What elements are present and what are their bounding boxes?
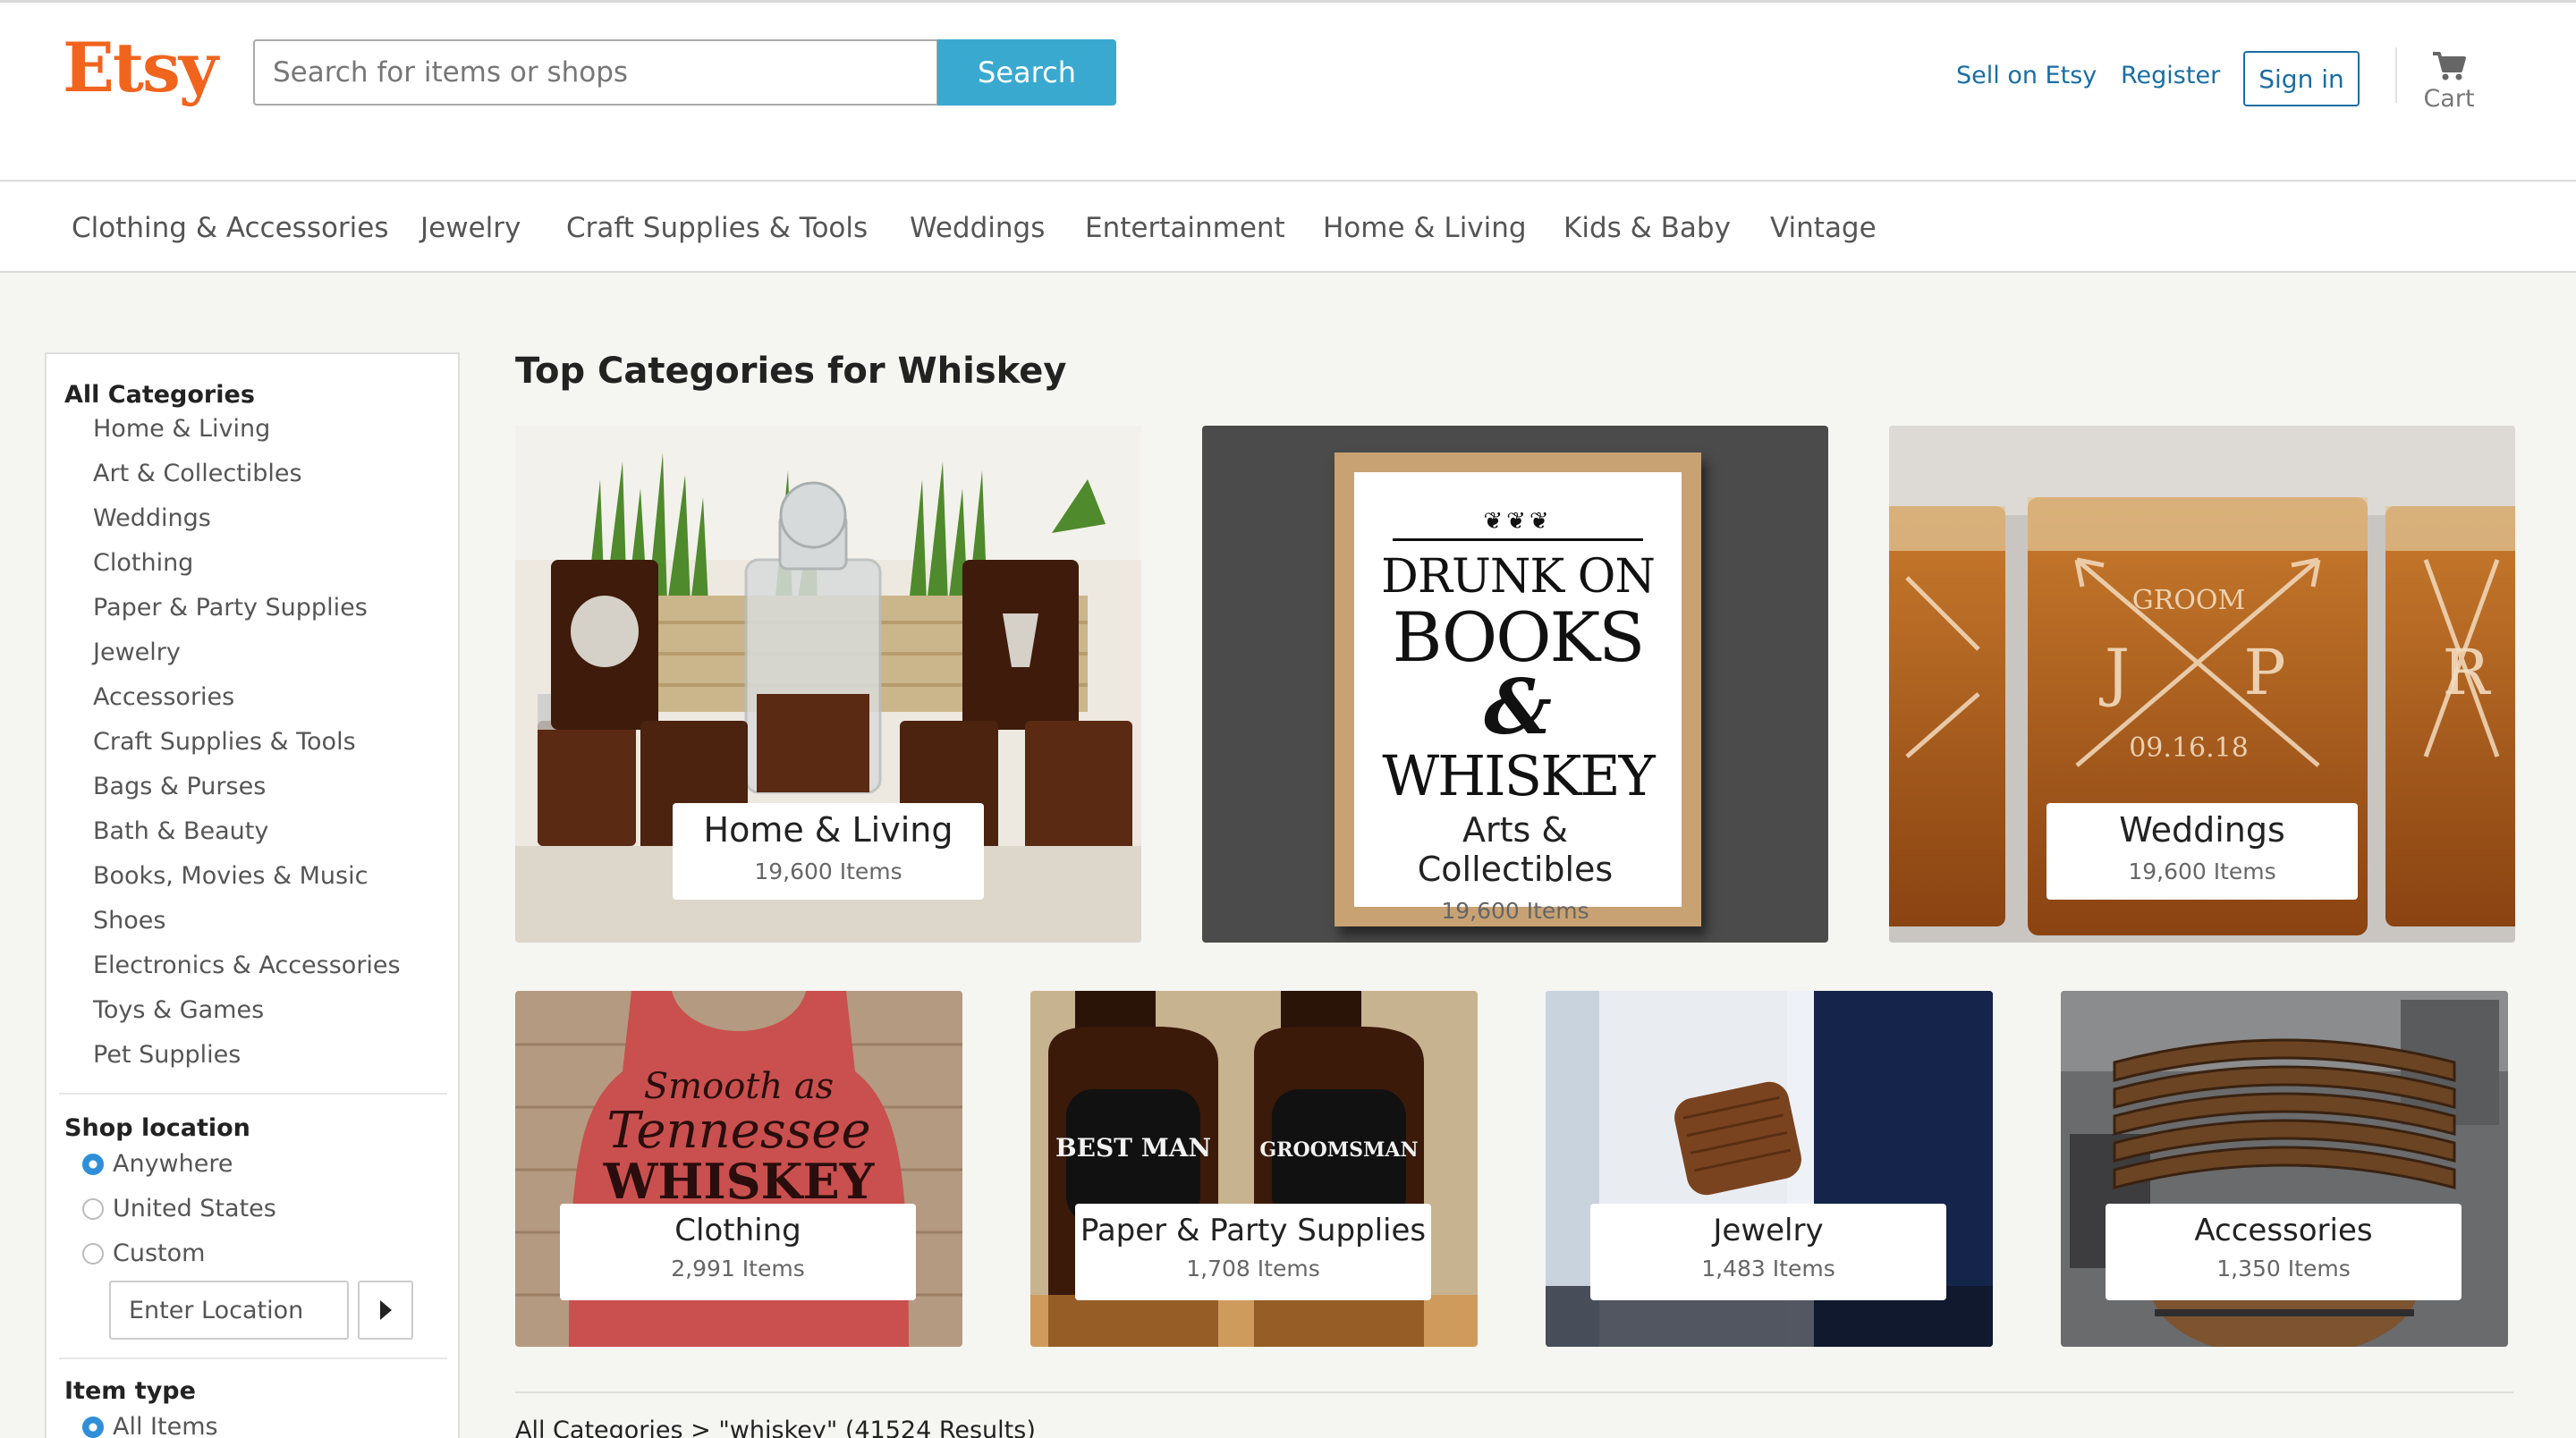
radio-all-items[interactable] bbox=[82, 1417, 104, 1438]
category-tile-weddings[interactable]: GROOM J P 09.16.18 R Weddings 19,600 Ite… bbox=[1889, 426, 2515, 943]
cart-label: Cart bbox=[2423, 85, 2475, 113]
nav-vintage[interactable]: Vintage bbox=[1770, 212, 1877, 244]
page-title: Top Categories for Whiskey bbox=[515, 351, 1067, 392]
sidebar-category-item[interactable]: Paper & Party Supplies bbox=[93, 594, 368, 622]
sidebar-divider bbox=[59, 1093, 447, 1095]
tile-caption: Clothing 2,991 Items bbox=[560, 1204, 916, 1300]
sign-in-button[interactable]: Sign in bbox=[2243, 51, 2360, 106]
sidebar-category-item[interactable]: Books, Movies & Music bbox=[93, 862, 368, 890]
category-tile-arts-collectibles[interactable]: ❦❦❦ DRUNK ON BOOKS & WHISKEY Arts & Coll… bbox=[1202, 426, 1828, 943]
bottle-label: GROOMSMAN bbox=[1259, 1138, 1418, 1162]
nav-craft-supplies[interactable]: Craft Supplies & Tools bbox=[566, 212, 868, 244]
radio-anywhere[interactable] bbox=[82, 1154, 104, 1175]
tile-title: Accessories bbox=[2194, 1213, 2373, 1248]
results-breadcrumb[interactable]: All Categories > "whiskey" (41524 Result… bbox=[515, 1417, 1036, 1438]
tile-title: Paper & Party Supplies bbox=[1080, 1213, 1427, 1248]
sidebar-category-item[interactable]: Bath & Beauty bbox=[93, 817, 268, 845]
sidebar-divider bbox=[59, 1358, 447, 1359]
shirt-print: Tennessee bbox=[606, 1102, 870, 1160]
tile-count: 19,600 Items bbox=[754, 859, 902, 884]
cart-link[interactable]: Cart bbox=[2419, 51, 2479, 113]
sidebar-category-item[interactable]: Shoes bbox=[93, 907, 165, 935]
radio-label-united-states[interactable]: United States bbox=[113, 1195, 276, 1222]
engraving-text: J bbox=[2099, 636, 2130, 709]
sidebar-category-item[interactable]: Pet Supplies bbox=[93, 1041, 241, 1069]
category-tile-home-living[interactable]: Home & Living 19,600 Items bbox=[515, 426, 1141, 943]
tile-title: Arts & Collectibles bbox=[1417, 810, 1614, 889]
engraving-text: P bbox=[2243, 636, 2285, 709]
radio-label-custom[interactable]: Custom bbox=[113, 1239, 205, 1267]
location-submit-button[interactable] bbox=[358, 1281, 413, 1340]
nav-entertainment[interactable]: Entertainment bbox=[1085, 212, 1285, 244]
results-divider bbox=[515, 1391, 2513, 1393]
shop-location-heading: Shop location bbox=[64, 1114, 250, 1142]
category-nav: Clothing & Accessories Jewelry Craft Sup… bbox=[0, 182, 2576, 273]
bottle-label: BEST MAN bbox=[1055, 1133, 1211, 1163]
radio-united-states[interactable] bbox=[82, 1198, 104, 1220]
print-line: & bbox=[1484, 663, 1552, 751]
cart-icon bbox=[2433, 52, 2466, 80]
nav-jewelry[interactable]: Jewelry bbox=[420, 212, 521, 244]
print-line: DRUNK ON bbox=[1381, 550, 1656, 604]
tile-title: Weddings bbox=[2119, 810, 2285, 850]
print-rule bbox=[1393, 538, 1643, 541]
sidebar-category-item[interactable]: Electronics & Accessories bbox=[93, 952, 401, 979]
filter-sidebar: All Categories Home & Living Art & Colle… bbox=[45, 352, 460, 1438]
print-ornament-icon: ❦❦❦ bbox=[1483, 508, 1553, 535]
sidebar-category-item[interactable]: Home & Living bbox=[93, 415, 270, 443]
radio-custom[interactable] bbox=[82, 1243, 104, 1265]
tile-caption: Accessories 1,350 Items bbox=[2106, 1204, 2462, 1300]
engraving-text: GROOM bbox=[2132, 585, 2245, 616]
sidebar-category-item[interactable]: Clothing bbox=[93, 549, 193, 577]
all-categories-heading[interactable]: All Categories bbox=[64, 381, 255, 409]
sidebar-category-item[interactable]: Jewelry bbox=[93, 639, 181, 666]
location-input[interactable] bbox=[109, 1281, 349, 1340]
tile-count: 1,350 Items bbox=[2216, 1256, 2351, 1282]
site-header: Etsy Search Sell on Etsy Register Sign i… bbox=[0, 0, 2576, 182]
search-button[interactable]: Search bbox=[937, 39, 1116, 106]
tile-caption: Jewelry 1,483 Items bbox=[1590, 1204, 1946, 1300]
tile-count: 19,600 Items bbox=[2128, 859, 2276, 884]
category-tile-paper-party[interactable]: BEST MAN GROOMSMAN Paper & Party Supplie… bbox=[1030, 991, 1478, 1347]
radio-label-all-items[interactable]: All Items bbox=[113, 1413, 218, 1438]
tile-count: 2,991 Items bbox=[671, 1256, 805, 1282]
tile-title: Jewelry bbox=[1713, 1213, 1824, 1248]
sidebar-category-item[interactable]: Craft Supplies & Tools bbox=[93, 728, 356, 756]
category-tile-clothing[interactable]: Smooth as Tennessee WHISKEY Clothing 2,9… bbox=[515, 991, 962, 1347]
print-line: WHISKEY bbox=[1382, 743, 1655, 808]
sidebar-category-item[interactable]: Toys & Games bbox=[93, 996, 264, 1024]
search-input[interactable] bbox=[253, 39, 938, 106]
tile-caption: Home & Living 19,600 Items bbox=[673, 803, 984, 900]
nav-kids-baby[interactable]: Kids & Baby bbox=[1563, 212, 1731, 244]
engraving-text: R bbox=[2443, 636, 2492, 709]
tile-title: Home & Living bbox=[703, 810, 953, 850]
sidebar-category-item[interactable]: Art & Collectibles bbox=[93, 460, 302, 487]
sell-on-etsy-link[interactable]: Sell on Etsy bbox=[1956, 62, 2097, 89]
tile-count: 1,708 Items bbox=[1186, 1256, 1320, 1282]
nav-home-living[interactable]: Home & Living bbox=[1323, 212, 1527, 244]
tile-count: 19,600 Items bbox=[1441, 898, 1589, 924]
header-divider bbox=[2395, 47, 2397, 103]
tile-caption: Paper & Party Supplies 1,708 Items bbox=[1075, 1204, 1431, 1300]
engraving-text: 09.16.18 bbox=[2129, 732, 2249, 764]
nav-weddings[interactable]: Weddings bbox=[910, 212, 1045, 244]
tile-count: 1,483 Items bbox=[1701, 1256, 1835, 1282]
sidebar-category-item[interactable]: Accessories bbox=[93, 683, 234, 711]
tile-caption: Arts & Collectibles 19,600 Items bbox=[1360, 803, 1671, 924]
tile-caption: Weddings 19,600 Items bbox=[2046, 803, 2358, 900]
play-arrow-icon bbox=[379, 1300, 392, 1320]
sidebar-category-item[interactable]: Bags & Purses bbox=[93, 773, 266, 800]
sidebar-category-item[interactable]: Weddings bbox=[93, 504, 211, 532]
item-type-heading: Item type bbox=[64, 1377, 196, 1405]
tile-title: Clothing bbox=[674, 1213, 801, 1248]
radio-label-anywhere[interactable]: Anywhere bbox=[113, 1150, 233, 1178]
etsy-logo[interactable]: Etsy bbox=[63, 28, 218, 107]
print-line: BOOKS bbox=[1392, 597, 1646, 677]
register-link[interactable]: Register bbox=[2121, 62, 2220, 89]
shirt-print: WHISKEY bbox=[603, 1153, 876, 1210]
nav-clothing-accessories[interactable]: Clothing & Accessories bbox=[72, 212, 389, 244]
category-tile-accessories[interactable]: Accessories 1,350 Items bbox=[2061, 991, 2508, 1347]
category-tile-jewelry[interactable]: Jewelry 1,483 Items bbox=[1546, 991, 1993, 1347]
